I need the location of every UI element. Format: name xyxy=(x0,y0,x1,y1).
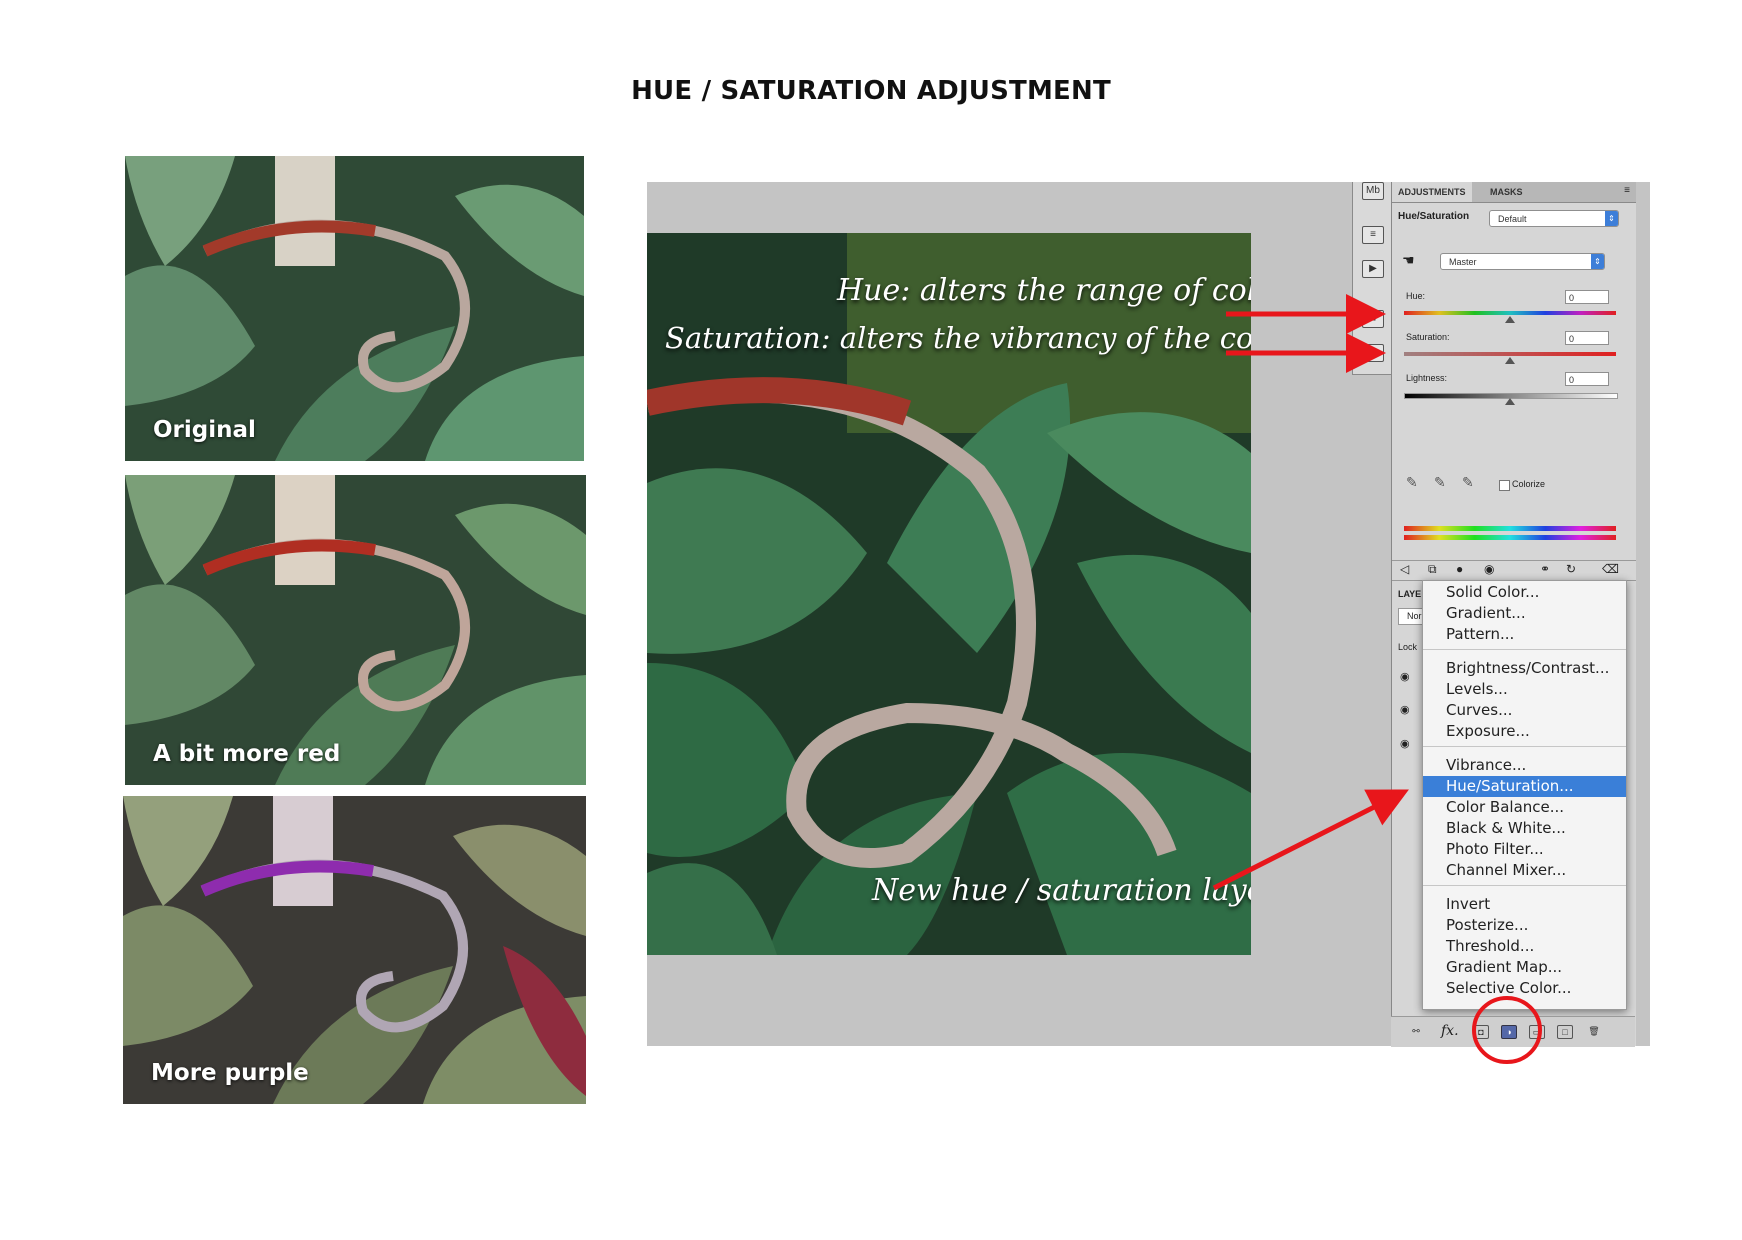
annotation-overlay xyxy=(1212,294,1542,1064)
layer-arrow xyxy=(1212,789,1409,891)
highlight-circle xyxy=(1472,996,1542,1064)
